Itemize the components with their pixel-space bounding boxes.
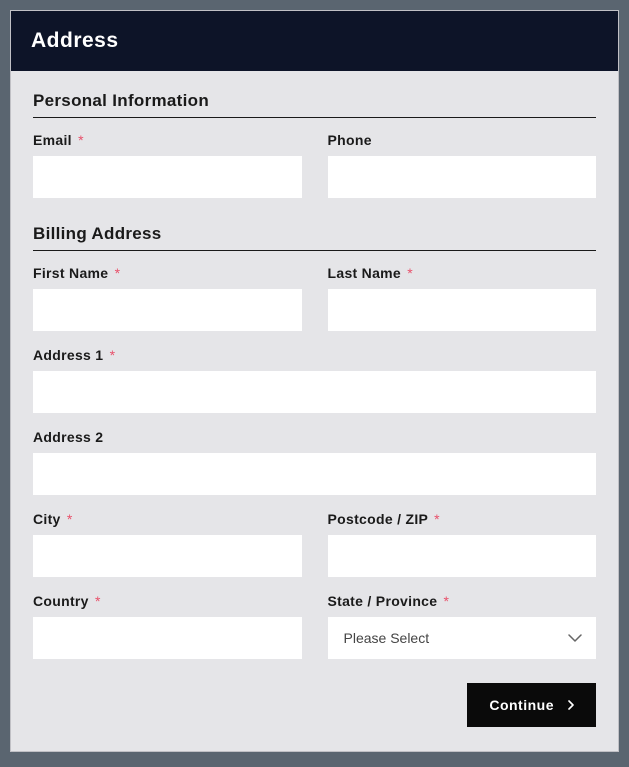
state-label-text: State / Province	[328, 593, 438, 609]
phone-input[interactable]	[328, 156, 597, 198]
first-name-input[interactable]	[33, 289, 302, 331]
required-marker: *	[115, 265, 121, 281]
billing-address-title: Billing Address	[33, 224, 596, 251]
address2-label: Address 2	[33, 429, 596, 445]
chevron-right-icon	[568, 700, 574, 710]
first-name-label-text: First Name	[33, 265, 108, 281]
postcode-label-text: Postcode / ZIP	[328, 511, 428, 527]
phone-field-wrap: Phone	[328, 132, 597, 198]
last-name-label-text: Last Name	[328, 265, 402, 281]
address1-label-text: Address 1	[33, 347, 103, 363]
email-input[interactable]	[33, 156, 302, 198]
postcode-label: Postcode / ZIP *	[328, 511, 597, 527]
required-marker: *	[444, 593, 450, 609]
email-label-text: Email	[33, 132, 72, 148]
city-field-wrap: City *	[33, 511, 302, 577]
billing-address-section: Billing Address First Name * Last Name *	[33, 224, 596, 727]
form-header: Address	[11, 11, 618, 71]
address1-input[interactable]	[33, 371, 596, 413]
personal-information-title: Personal Information	[33, 91, 596, 118]
country-label-text: Country	[33, 593, 89, 609]
postcode-field-wrap: Postcode / ZIP *	[328, 511, 597, 577]
address1-field-wrap: Address 1 *	[33, 347, 596, 413]
city-label: City *	[33, 511, 302, 527]
personal-information-section: Personal Information Email * Phone	[33, 91, 596, 198]
state-select[interactable]: Please Select	[328, 617, 597, 659]
state-select-wrap: Please Select	[328, 617, 597, 659]
first-name-field-wrap: First Name *	[33, 265, 302, 331]
required-marker: *	[78, 132, 84, 148]
address2-input[interactable]	[33, 453, 596, 495]
continue-button-label: Continue	[489, 697, 554, 713]
address2-field-wrap: Address 2	[33, 429, 596, 495]
country-input[interactable]	[33, 617, 302, 659]
country-label: Country *	[33, 593, 302, 609]
state-field-wrap: State / Province * Please Select	[328, 593, 597, 659]
country-field-wrap: Country *	[33, 593, 302, 659]
phone-label: Phone	[328, 132, 597, 148]
address2-label-text: Address 2	[33, 429, 103, 445]
required-marker: *	[95, 593, 101, 609]
last-name-label: Last Name *	[328, 265, 597, 281]
postcode-input[interactable]	[328, 535, 597, 577]
required-marker: *	[67, 511, 73, 527]
email-label: Email *	[33, 132, 302, 148]
email-field-wrap: Email *	[33, 132, 302, 198]
first-name-label: First Name *	[33, 265, 302, 281]
continue-button[interactable]: Continue	[467, 683, 596, 727]
address-form-container: Address Personal Information Email * Pho…	[10, 10, 619, 752]
required-marker: *	[110, 347, 116, 363]
city-input[interactable]	[33, 535, 302, 577]
state-label: State / Province *	[328, 593, 597, 609]
form-title: Address	[31, 29, 598, 53]
last-name-input[interactable]	[328, 289, 597, 331]
phone-label-text: Phone	[328, 132, 372, 148]
address1-label: Address 1 *	[33, 347, 596, 363]
required-marker: *	[407, 265, 413, 281]
required-marker: *	[434, 511, 440, 527]
form-content: Personal Information Email * Phone	[11, 71, 618, 751]
last-name-field-wrap: Last Name *	[328, 265, 597, 331]
city-label-text: City	[33, 511, 61, 527]
button-row: Continue	[33, 683, 596, 727]
